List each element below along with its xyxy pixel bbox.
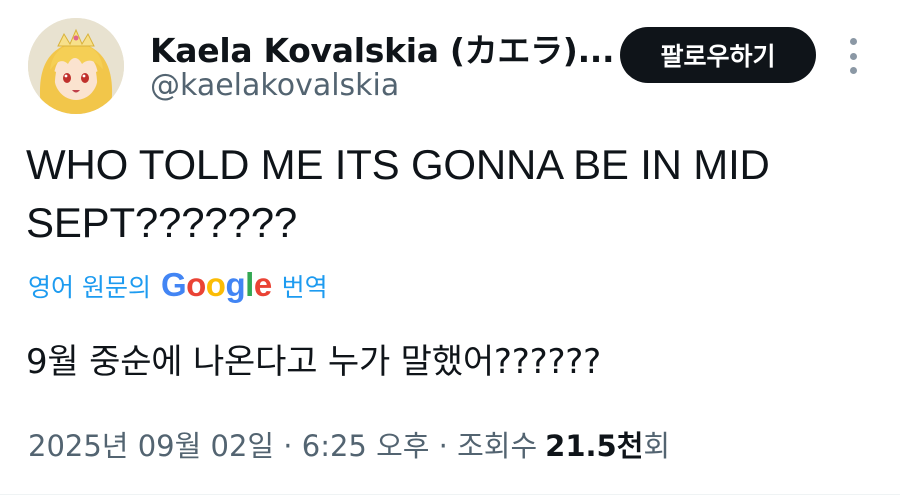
divider — [0, 494, 900, 495]
translate-suffix: 번역 — [281, 273, 328, 302]
views-unit: 회 — [643, 429, 671, 463]
views-count[interactable]: 21.5천 — [545, 423, 643, 465]
translate-prefix: 영어 원문의 — [28, 273, 151, 302]
avatar-image — [28, 18, 124, 114]
translate-link[interactable]: 영어 원문의 Google 번역 — [28, 266, 328, 304]
google-logo: Google — [160, 266, 272, 303]
tweet-time[interactable]: 6:25 오후 — [302, 423, 430, 465]
meta-separator: · — [274, 429, 302, 463]
author-handle[interactable]: @kaelakovalskia — [150, 68, 399, 103]
views-label: 조회수 — [457, 429, 538, 463]
follow-button[interactable]: 팔로우하기 — [620, 27, 816, 83]
avatar[interactable] — [28, 18, 124, 114]
more-options-icon[interactable] — [836, 38, 870, 74]
meta-separator: · — [429, 429, 458, 463]
tweet-meta: 2025년 09월 02일 · 6:25 오후 · 조회수 21.5천 회 — [28, 423, 670, 465]
translated-text: 9월 중순에 나온다고 누가 말했어?????? — [26, 342, 601, 382]
tweet-text: WHO TOLD ME ITS GONNA BE IN MID SEPT????… — [26, 141, 770, 246]
author-display-name[interactable]: Kaela Kovalskia (カエラ)... — [150, 24, 615, 72]
tweet-date[interactable]: 2025년 09월 02일 — [28, 423, 274, 465]
